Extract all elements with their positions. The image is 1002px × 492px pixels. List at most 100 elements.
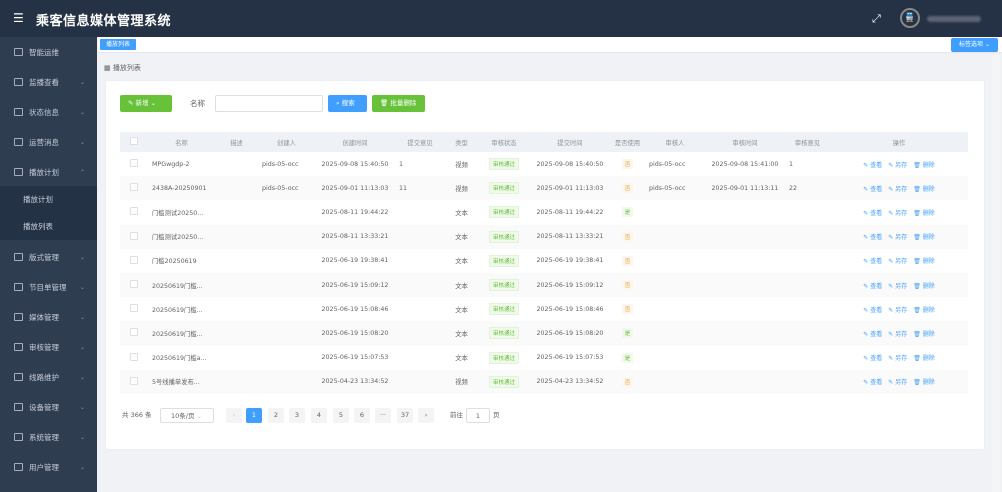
- hamburger-icon[interactable]: ☰: [13, 11, 24, 25]
- delete-link[interactable]: 🗑 删除: [913, 331, 935, 338]
- table-cell: 22: [785, 176, 830, 201]
- sidebar-item[interactable]: 运营消息 ⌄: [0, 127, 97, 157]
- page-button[interactable]: 1: [246, 408, 262, 423]
- row-checkbox[interactable]: [120, 224, 148, 249]
- sidebar-item[interactable]: 设备管理 ⌄: [0, 392, 97, 422]
- delete-link[interactable]: 🗑 删除: [913, 210, 935, 217]
- sidebar-item[interactable]: 系统管理 ⌄: [0, 422, 97, 452]
- delete-link[interactable]: 🗑 删除: [913, 186, 935, 193]
- view-link[interactable]: ✎ 查看: [863, 355, 882, 362]
- table-cell: 2025-06-19 15:09:12: [530, 272, 610, 298]
- save-as-link[interactable]: ✎ 另存: [888, 331, 907, 338]
- select-all-checkbox[interactable]: [120, 132, 148, 152]
- column-header: 审核人: [645, 132, 705, 152]
- username-blurred[interactable]: [927, 16, 981, 22]
- prev-page-button[interactable]: ‹: [226, 408, 242, 423]
- goto-page-input[interactable]: 1: [466, 408, 490, 423]
- row-checkbox[interactable]: [120, 152, 148, 176]
- save-as-link[interactable]: ✎ 另存: [888, 162, 907, 169]
- save-as-link[interactable]: ✎ 另存: [888, 186, 907, 193]
- sidebar-item[interactable]: 状态信息 ⌄: [0, 97, 97, 127]
- edit-icon: ✎: [888, 355, 894, 363]
- in-use-badge: 是: [621, 328, 634, 339]
- tab-play-list[interactable]: 播放列表: [100, 39, 137, 50]
- view-link[interactable]: ✎ 查看: [863, 307, 882, 314]
- save-as-link[interactable]: ✎ 另存: [888, 355, 907, 362]
- row-checkbox[interactable]: [120, 176, 148, 201]
- delete-link[interactable]: 🗑 删除: [913, 379, 935, 386]
- save-as-link[interactable]: ✎ 另存: [888, 234, 907, 241]
- view-link[interactable]: ✎ 查看: [863, 331, 882, 338]
- view-link[interactable]: ✎ 查看: [863, 379, 882, 386]
- row-checkbox[interactable]: [120, 200, 148, 224]
- trash-icon: 🗑: [913, 306, 921, 314]
- name-input[interactable]: [215, 95, 323, 112]
- delete-link[interactable]: 🗑 删除: [913, 258, 935, 265]
- page-button[interactable]: 2: [268, 408, 284, 423]
- table-row: 门槛20250619 2025-06-19 19:38:41 文本 审核通过 2025-…: [120, 249, 968, 273]
- table-cell: 1: [789, 160, 794, 168]
- delete-link[interactable]: 🗑 删除: [913, 307, 935, 314]
- row-checkbox[interactable]: [120, 272, 148, 298]
- page-button[interactable]: 4: [311, 408, 327, 423]
- sidebar-item[interactable]: 节目单管理 ⌄: [0, 272, 97, 302]
- audit-status-badge: 审核通过: [488, 254, 519, 267]
- row-checkbox[interactable]: [120, 297, 148, 321]
- view-link[interactable]: ✎ 查看: [863, 258, 882, 265]
- row-checkbox[interactable]: [120, 249, 148, 273]
- table-cell: 5号线播单发布...: [148, 369, 215, 394]
- table-cell: [705, 297, 785, 321]
- delete-link[interactable]: 🗑 删除: [913, 234, 935, 241]
- table-cell: 门槛测试20250...: [152, 209, 204, 217]
- view-link[interactable]: ✎ 查看: [863, 283, 882, 290]
- save-as-link[interactable]: ✎ 另存: [888, 307, 907, 314]
- scrollbar[interactable]: [992, 55, 1000, 492]
- page-button[interactable]: 5: [333, 408, 349, 423]
- sidebar-item[interactable]: 播放计划 ⌃: [0, 157, 97, 187]
- save-as-link[interactable]: ✎ 另存: [888, 210, 907, 217]
- row-checkbox[interactable]: [120, 369, 148, 394]
- save-as-link[interactable]: ✎ 另存: [888, 283, 907, 290]
- sidebar-item[interactable]: 监播查看 ⌄: [0, 67, 97, 97]
- page-button[interactable]: 6: [354, 408, 370, 423]
- table-row: 2438A-20250901 pids-05-occ 2025-09-01 11:1…: [120, 176, 968, 201]
- batch-delete-button[interactable]: 🗑 批量删除: [372, 95, 425, 112]
- sidebar-subitem[interactable]: 播放计划: [0, 186, 97, 213]
- save-as-link[interactable]: ✎ 另存: [888, 379, 907, 386]
- delete-link[interactable]: 🗑 删除: [913, 162, 935, 169]
- column-header: 名称: [148, 132, 215, 152]
- row-checkbox[interactable]: [120, 321, 148, 346]
- edit-icon: ✎: [863, 161, 869, 169]
- chevron-up-icon: ⌃: [79, 168, 85, 176]
- tab-bar: 播放列表 标签选项 ⌄: [98, 37, 1002, 53]
- view-link[interactable]: ✎ 查看: [863, 162, 882, 169]
- tab-options-button[interactable]: 标签选项 ⌄: [951, 38, 998, 52]
- delete-link[interactable]: 🗑 删除: [913, 355, 935, 362]
- view-link[interactable]: ✎ 查看: [863, 186, 882, 193]
- sidebar-item[interactable]: 用户管理 ⌄: [0, 452, 97, 482]
- sidebar-item[interactable]: 线路维护 ⌄: [0, 362, 97, 392]
- add-button[interactable]: ✎ 新增 ⌄: [120, 95, 172, 112]
- sidebar-item[interactable]: 媒体管理 ⌄: [0, 302, 97, 332]
- page-button[interactable]: 37: [397, 408, 413, 423]
- sidebar-subitem[interactable]: 播放列表: [0, 213, 97, 240]
- page-button[interactable]: 3: [289, 408, 305, 423]
- row-checkbox[interactable]: [120, 346, 148, 370]
- view-link[interactable]: ✎ 查看: [863, 234, 882, 241]
- column-header: 审核状态: [478, 132, 530, 152]
- save-as-link[interactable]: ✎ 另存: [888, 258, 907, 265]
- view-link[interactable]: ✎ 查看: [863, 210, 882, 217]
- page-button[interactable]: ···: [375, 408, 391, 423]
- sidebar-item[interactable]: 审核管理 ⌄: [0, 332, 97, 362]
- sidebar-item[interactable]: 版式管理 ⌄: [0, 242, 97, 272]
- next-page-button[interactable]: ›: [418, 408, 434, 423]
- table-cell: 2025-09-01 11:13:11: [705, 176, 785, 201]
- table-cell: pids-05-occ: [649, 160, 686, 168]
- expand-icon[interactable]: ⤢: [872, 12, 881, 26]
- avatar[interactable]: 🚆: [900, 8, 920, 28]
- page-size-select[interactable]: 10条/页 ⌄: [160, 408, 214, 423]
- sidebar-item[interactable]: 智能运维: [0, 37, 97, 67]
- table-cell: 20250619门槛...: [148, 272, 215, 298]
- search-button[interactable]: ⌕ 搜索: [328, 95, 367, 112]
- delete-link[interactable]: 🗑 删除: [913, 283, 935, 290]
